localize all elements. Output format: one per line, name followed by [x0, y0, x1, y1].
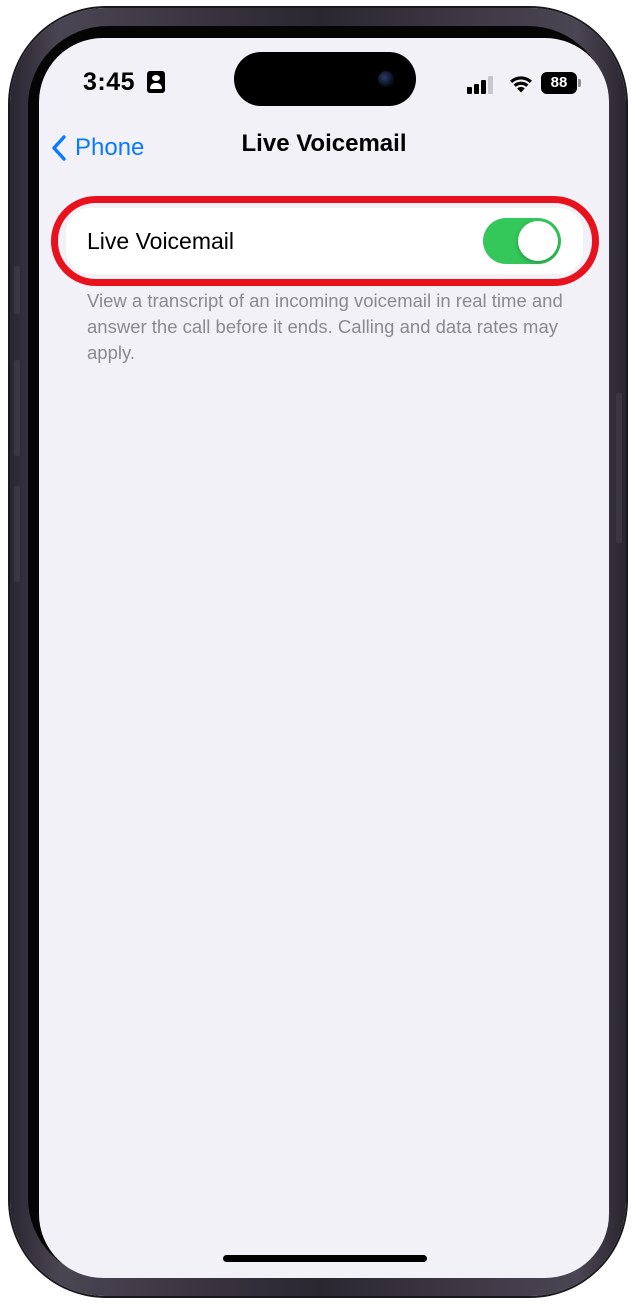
- cellular-signal-icon: [467, 76, 499, 94]
- volume-down-button: [14, 486, 20, 582]
- page-title: Live Voicemail: [241, 130, 407, 157]
- contact-card-icon: [147, 71, 165, 93]
- battery-icon: 88: [541, 72, 577, 94]
- wifi-icon: [510, 76, 532, 93]
- home-indicator[interactable]: [223, 1255, 427, 1262]
- front-camera-icon: [378, 71, 394, 87]
- battery-cap: [578, 79, 581, 87]
- status-time: 3:45: [83, 68, 136, 96]
- volume-up-button: [14, 360, 20, 456]
- action-button: [14, 266, 20, 314]
- live-voicemail-description: View a transcript of an incoming voicema…: [87, 290, 563, 363]
- power-button: [616, 393, 622, 543]
- dynamic-island: [234, 52, 416, 106]
- highlight-annotation: [51, 196, 599, 286]
- screen: 3:45 88 Phone Live Voicemail Live Voicem…: [39, 38, 609, 1278]
